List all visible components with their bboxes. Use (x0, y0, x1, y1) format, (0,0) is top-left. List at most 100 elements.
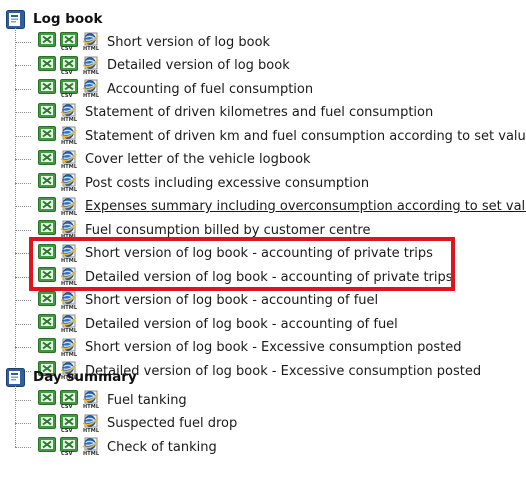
report-item[interactable]: CSV HTML Detailed version of log book (15, 55, 290, 77)
html-export-icon[interactable]: HTML (60, 338, 78, 358)
excel-export-icon[interactable] (38, 290, 56, 311)
html-export-icon[interactable]: HTML (60, 314, 78, 334)
report-label[interactable]: Short version of log book (107, 35, 270, 50)
excel-export-icon[interactable] (38, 102, 56, 123)
report-item[interactable]: HTML Post costs including excessive consu… (15, 172, 369, 194)
export-icons: CSV HTML (38, 55, 104, 76)
report-label[interactable]: Expenses summary including overconsumpti… (85, 199, 526, 214)
report-label[interactable]: Statement of driven km and fuel consumpt… (85, 129, 526, 144)
report-label[interactable]: Check of tanking (107, 440, 217, 455)
html-export-icon[interactable]: HTML (60, 150, 78, 170)
html-export-icon[interactable]: HTML (82, 56, 100, 76)
report-label[interactable]: Statement of driven kilometres and fuel … (85, 105, 433, 120)
report-item[interactable]: HTML Detailed version of log book - accou… (15, 266, 453, 288)
report-item[interactable]: HTML Detailed version of log book - accou… (15, 313, 398, 335)
html-export-icon[interactable]: HTML (60, 220, 78, 240)
excel-export-icon[interactable] (38, 337, 56, 358)
export-icons: HTML (38, 126, 82, 146)
export-icons: HTML (38, 267, 82, 287)
html-export-icon[interactable]: HTML (60, 173, 78, 193)
report-item[interactable]: HTML Short version of log book - accounti… (15, 243, 433, 265)
html-export-icon[interactable]: HTML (82, 32, 100, 52)
report-item[interactable]: CSV HTML Accounting of fuel consumption (15, 78, 313, 100)
html-export-icon[interactable]: HTML (60, 197, 78, 217)
report-label[interactable]: Detailed version of log book - accountin… (85, 270, 453, 285)
export-icons: CSV HTML (38, 32, 104, 52)
report-label[interactable]: Detailed version of log book (107, 58, 290, 73)
tree-branch-line (15, 276, 31, 278)
report-label[interactable]: Short version of log book - Excessive co… (85, 340, 461, 355)
export-icons: HTML (38, 290, 82, 311)
export-icons: HTML (38, 314, 82, 334)
tree-branch-line (15, 206, 31, 207)
html-export-icon[interactable]: HTML (60, 291, 78, 311)
html-export-icon[interactable]: HTML (60, 244, 78, 264)
tree-branch-line (15, 88, 31, 90)
report-section-icon (6, 367, 25, 387)
excel-export-icon[interactable] (38, 55, 56, 76)
report-label[interactable]: Post costs including excessive consumpti… (85, 176, 369, 191)
report-item[interactable]: HTML Cover letter of the vehicle logbook (15, 149, 311, 171)
excel-export-icon[interactable] (38, 437, 56, 457)
clipped-top-row (0, 0, 526, 7)
html-export-icon[interactable]: HTML (60, 267, 78, 287)
excel-export-icon[interactable] (38, 126, 56, 146)
report-item[interactable]: HTML Short version of log book - accounti… (15, 290, 378, 312)
csv-export-icon[interactable]: CSV (60, 413, 78, 434)
excel-export-icon[interactable] (38, 32, 56, 52)
html-export-icon[interactable]: HTML (60, 103, 78, 123)
tree-branch-line (15, 182, 31, 184)
report-item[interactable]: CSV HTML Suspected fuel drop (15, 413, 237, 435)
excel-export-icon[interactable] (38, 79, 56, 99)
excel-export-icon[interactable] (38, 173, 56, 193)
report-label[interactable]: Accounting of fuel consumption (107, 82, 313, 97)
report-item[interactable]: CSV HTML Check of tanking (15, 436, 217, 458)
report-item[interactable]: CSV HTML Short version of log book (15, 31, 270, 53)
export-icons: HTML (38, 149, 82, 170)
csv-export-icon[interactable]: CSV (60, 437, 78, 457)
report-item[interactable]: HTML Statement of driven kilometres and f… (15, 102, 433, 124)
report-label[interactable]: Cover letter of the vehicle logbook (85, 152, 311, 167)
export-icons: HTML (38, 102, 82, 123)
tree-branch-line (15, 323, 31, 325)
report-label[interactable]: Detailed version of log book - Excessive… (85, 364, 481, 379)
csv-export-icon[interactable]: CSV (60, 55, 78, 76)
report-item[interactable]: HTML Short version of log book - Excessiv… (15, 337, 461, 359)
report-label[interactable]: Fuel consumption billed by customer cent… (85, 223, 371, 238)
tree-branch-line (15, 135, 31, 137)
export-icons: HTML (38, 220, 82, 240)
section-header[interactable]: Day summary (6, 366, 137, 388)
report-label[interactable]: Short version of log book - accounting o… (85, 293, 378, 308)
html-export-icon[interactable]: HTML (82, 437, 100, 457)
section-header[interactable]: Log book (6, 8, 102, 30)
csv-export-icon[interactable]: CSV (60, 79, 78, 99)
excel-export-icon[interactable] (38, 196, 56, 217)
csv-export-icon[interactable]: CSV (60, 32, 78, 52)
export-icons: CSV HTML (38, 413, 104, 434)
report-label[interactable]: Suspected fuel drop (107, 416, 237, 431)
report-item[interactable]: HTML Statement of driven km and fuel cons… (15, 125, 526, 147)
excel-export-icon[interactable] (38, 149, 56, 170)
report-item[interactable]: HTML Expenses summary including overconsu… (15, 196, 526, 218)
tree-branch-line (15, 253, 31, 254)
csv-export-icon[interactable]: CSV (60, 390, 78, 410)
html-export-icon[interactable]: HTML (82, 79, 100, 99)
report-label[interactable]: Detailed version of log book - accountin… (85, 317, 398, 332)
html-export-icon[interactable]: HTML (82, 390, 100, 410)
excel-export-icon[interactable] (38, 267, 56, 287)
excel-export-icon[interactable] (38, 390, 56, 410)
export-icons: HTML (38, 243, 82, 264)
tree-branch-line (15, 300, 31, 301)
section-title: Log book (33, 11, 103, 27)
export-icons: HTML (38, 196, 82, 217)
html-export-icon[interactable]: HTML (60, 126, 78, 146)
report-item[interactable]: CSV HTML Fuel tanking (15, 389, 187, 411)
report-label[interactable]: Short version of log book - accounting o… (85, 246, 433, 261)
html-export-icon[interactable]: HTML (82, 414, 100, 434)
report-label[interactable]: Fuel tanking (107, 393, 187, 408)
excel-export-icon[interactable] (38, 243, 56, 264)
excel-export-icon[interactable] (38, 220, 56, 240)
excel-export-icon[interactable] (38, 314, 56, 334)
report-item[interactable]: HTML Fuel consumption billed by customer … (15, 219, 371, 241)
excel-export-icon[interactable] (38, 413, 56, 434)
